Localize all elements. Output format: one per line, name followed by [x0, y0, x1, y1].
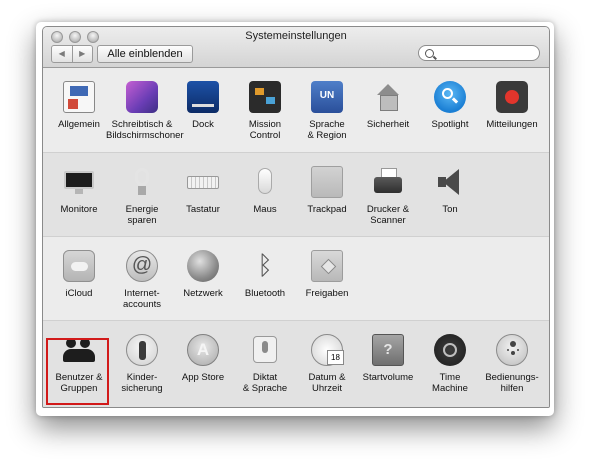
security-icon	[372, 81, 404, 113]
desktop-screensaver-icon	[126, 81, 158, 113]
spotlight-icon	[434, 81, 466, 113]
pane-internet-accounts[interactable]: Internet- accounts	[110, 237, 174, 321]
pane-keyboard[interactable]: Tastatur	[171, 153, 235, 237]
printer-scanner-icon	[372, 166, 404, 198]
show-all-button[interactable]: Alle einblenden	[97, 45, 193, 63]
sound-icon	[434, 166, 466, 198]
mission-control-icon	[249, 81, 281, 113]
accessibility-icon	[496, 334, 528, 366]
pane-sharing[interactable]: Freigaben	[295, 237, 359, 321]
search-icon	[425, 49, 434, 58]
pane-mission-control[interactable]: Mission Control	[233, 68, 297, 152]
pane-dictation-speech[interactable]: Diktat & Sprache	[233, 321, 297, 405]
parental-controls-icon	[126, 334, 158, 366]
energy-saver-icon	[126, 166, 158, 198]
pane-bluetooth[interactable]: Bluetooth	[233, 237, 297, 321]
pane-security[interactable]: Sicherheit	[356, 68, 420, 152]
dock-icon	[187, 81, 219, 113]
window-title: Systemeinstellungen	[245, 30, 347, 42]
pane-accessibility[interactable]: Bedienungs- hilfen	[480, 321, 544, 405]
displays-icon	[63, 166, 95, 198]
notifications-icon	[496, 81, 528, 113]
app-store-icon	[187, 334, 219, 366]
pane-network[interactable]: Netzwerk	[171, 237, 235, 321]
time-machine-icon	[434, 334, 466, 366]
network-icon	[187, 250, 219, 282]
search-field[interactable]	[418, 45, 540, 62]
pane-row-hardware: Monitore Energie sparen Tastatur Maus Tr…	[43, 152, 549, 237]
language-region-icon	[311, 81, 343, 113]
pane-row-system: Benutzer & Gruppen Kinder- sicherung App…	[43, 320, 549, 407]
date-time-icon	[311, 334, 344, 366]
pane-icloud[interactable]: iCloud	[47, 237, 111, 321]
pane-printer-scanner[interactable]: Drucker & Scanner	[356, 153, 420, 237]
mouse-icon	[249, 166, 281, 198]
pane-notifications[interactable]: Mitteilungen	[480, 68, 544, 152]
forward-button[interactable]: ▶	[71, 46, 93, 62]
search-input[interactable]	[437, 46, 539, 62]
bluetooth-icon	[249, 250, 281, 282]
pane-language-region[interactable]: Sprache & Region	[295, 68, 359, 152]
pane-app-store[interactable]: App Store	[171, 321, 235, 405]
pane-desktop-screensaver[interactable]: Schreibtisch & Bildschirmschoner	[106, 68, 184, 152]
pane-label: Mitteilungen	[486, 119, 538, 130]
pane-energy-saver[interactable]: Energie sparen	[110, 153, 174, 237]
pane-mouse[interactable]: Maus	[233, 153, 297, 237]
startup-disk-icon	[372, 334, 404, 366]
pane-label: iCloud	[65, 288, 93, 299]
trackpad-icon	[311, 166, 343, 198]
pane-displays[interactable]: Monitore	[47, 153, 111, 237]
internet-accounts-icon	[126, 250, 158, 282]
pane-dock[interactable]: Dock	[171, 68, 235, 152]
pane-label: Ton	[442, 204, 458, 215]
dictation-speech-icon	[249, 334, 281, 366]
history-navigation: ◀ ▶	[51, 45, 93, 63]
titlebar: Systemeinstellungen ◀ ▶ Alle einblenden	[43, 27, 549, 68]
pane-label: Allgemein	[58, 119, 100, 130]
back-button[interactable]: ◀	[52, 46, 72, 62]
pane-time-machine[interactable]: Time Machine	[418, 321, 482, 405]
system-preferences-window: Systemeinstellungen ◀ ▶ Alle einblenden …	[42, 26, 550, 408]
icloud-icon	[63, 250, 95, 282]
pane-date-time[interactable]: Datum & Uhrzeit	[295, 321, 359, 405]
pane-sound[interactable]: Ton	[418, 153, 482, 237]
pane-startup-disk[interactable]: Startvolume	[356, 321, 420, 405]
selection-highlight	[46, 338, 109, 405]
pane-row-personal: Allgemein Schreibtisch & Bildschirmschon…	[43, 68, 549, 152]
pane-trackpad[interactable]: Trackpad	[295, 153, 359, 237]
pane-label: Freigaben	[305, 288, 349, 299]
pane-label: Monitore	[60, 204, 98, 215]
pane-label: Bedienungs- hilfen	[485, 372, 539, 394]
pane-parental-controls[interactable]: Kinder- sicherung	[110, 321, 174, 405]
pane-general[interactable]: Allgemein	[47, 68, 111, 152]
sharing-icon	[311, 250, 343, 282]
keyboard-icon	[187, 166, 219, 198]
pane-spotlight[interactable]: Spotlight	[418, 68, 482, 152]
pane-row-internet: iCloud Internet- accounts Netzwerk Bluet…	[43, 236, 549, 321]
general-icon	[63, 81, 95, 113]
